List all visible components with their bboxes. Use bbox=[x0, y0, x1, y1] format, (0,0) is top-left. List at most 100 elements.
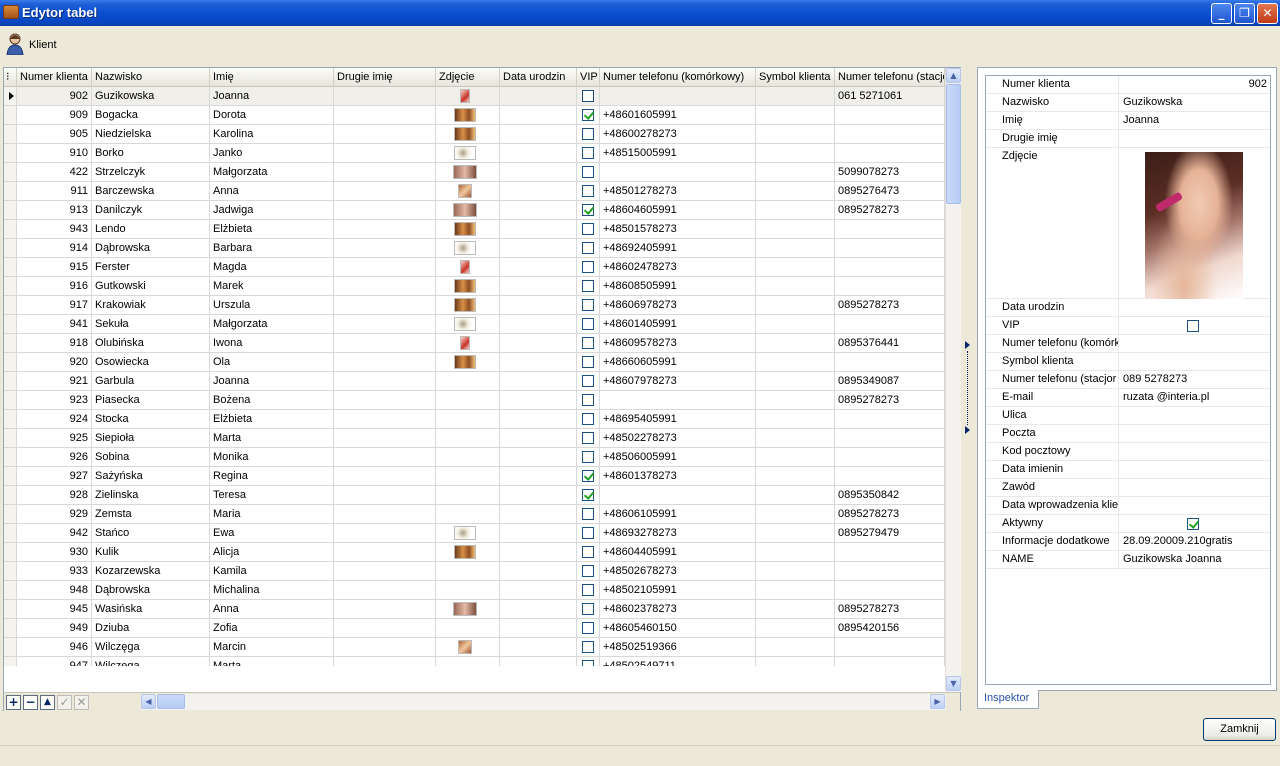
cell-landline-phone[interactable] bbox=[835, 581, 945, 599]
vip-checkbox[interactable] bbox=[582, 660, 594, 666]
cell-mobile-phone[interactable]: +48502105991 bbox=[600, 581, 756, 599]
cell-client-symbol[interactable] bbox=[756, 353, 835, 371]
vip-checkbox[interactable] bbox=[582, 508, 594, 520]
cell-photo[interactable] bbox=[436, 410, 500, 428]
cell-middle-name[interactable] bbox=[334, 315, 436, 333]
property-value[interactable] bbox=[1120, 130, 1270, 148]
cell-photo[interactable] bbox=[436, 448, 500, 466]
restore-button[interactable]: ❐ bbox=[1234, 3, 1255, 24]
cell-vip[interactable] bbox=[577, 448, 600, 466]
vip-checkbox[interactable] bbox=[582, 299, 594, 311]
cell-vip[interactable] bbox=[577, 239, 600, 257]
property-row[interactable]: Data urodzin bbox=[986, 299, 1270, 317]
cell-first-name[interactable]: Marek bbox=[210, 277, 334, 295]
property-row[interactable]: Drugie imię bbox=[986, 130, 1270, 148]
close-button[interactable]: Zamknij bbox=[1203, 718, 1276, 741]
add-record-icon[interactable]: + bbox=[6, 695, 21, 710]
column-header[interactable]: Data urodzin bbox=[500, 68, 577, 87]
vip-checkbox[interactable] bbox=[582, 489, 594, 501]
cell-client-number[interactable]: 947 bbox=[17, 657, 92, 666]
cell-landline-phone[interactable]: 0895350842 bbox=[835, 486, 945, 504]
property-row[interactable]: Numer telefonu (komórk bbox=[986, 335, 1270, 353]
cell-landline-phone[interactable] bbox=[835, 125, 945, 143]
cell-client-number[interactable]: 946 bbox=[17, 638, 92, 656]
cell-client-number[interactable]: 949 bbox=[17, 619, 92, 637]
cell-birth-date[interactable] bbox=[500, 410, 577, 428]
cell-vip[interactable] bbox=[577, 562, 600, 580]
cell-client-symbol[interactable] bbox=[756, 144, 835, 162]
table-row[interactable]: 910 Borko Janko +48515005991 bbox=[4, 144, 945, 163]
cell-landline-phone[interactable] bbox=[835, 258, 945, 276]
column-header[interactable]: Symbol klienta bbox=[756, 68, 835, 87]
cell-birth-date[interactable] bbox=[500, 144, 577, 162]
scroll-left-icon[interactable]: ◀ bbox=[141, 694, 156, 709]
cell-middle-name[interactable] bbox=[334, 220, 436, 238]
cell-middle-name[interactable] bbox=[334, 239, 436, 257]
table-row[interactable]: 914 Dąbrowska Barbara +48692405991 bbox=[4, 239, 945, 258]
cell-landline-phone[interactable]: 0895278273 bbox=[835, 600, 945, 618]
cell-birth-date[interactable] bbox=[500, 657, 577, 666]
vip-checkbox[interactable] bbox=[582, 584, 594, 596]
cell-client-number[interactable]: 925 bbox=[17, 429, 92, 447]
cell-mobile-phone[interactable]: +48601405991 bbox=[600, 315, 756, 333]
cell-first-name[interactable]: Marta bbox=[210, 657, 334, 666]
cell-photo[interactable] bbox=[436, 87, 500, 105]
cell-middle-name[interactable] bbox=[334, 581, 436, 599]
table-row[interactable]: 930 Kulik Alicja +48604405991 bbox=[4, 543, 945, 562]
cell-first-name[interactable]: Joanna bbox=[210, 87, 334, 105]
cell-first-name[interactable]: Dorota bbox=[210, 106, 334, 124]
cell-vip[interactable] bbox=[577, 524, 600, 542]
scroll-down-icon[interactable]: ▼ bbox=[946, 676, 961, 691]
cell-vip[interactable] bbox=[577, 144, 600, 162]
property-row[interactable]: Aktywny bbox=[986, 515, 1270, 533]
cell-client-symbol[interactable] bbox=[756, 429, 835, 447]
cell-mobile-phone[interactable]: +48602378273 bbox=[600, 600, 756, 618]
vip-checkbox[interactable] bbox=[582, 185, 594, 197]
cell-photo[interactable] bbox=[436, 296, 500, 314]
cell-photo[interactable] bbox=[436, 372, 500, 390]
cell-landline-phone[interactable]: 0895276473 bbox=[835, 182, 945, 200]
cell-last-name[interactable]: Borko bbox=[92, 144, 210, 162]
cell-mobile-phone[interactable]: +48604405991 bbox=[600, 543, 756, 561]
cell-client-symbol[interactable] bbox=[756, 239, 835, 257]
property-value[interactable] bbox=[1120, 497, 1270, 515]
cell-landline-phone[interactable] bbox=[835, 106, 945, 124]
cell-middle-name[interactable] bbox=[334, 619, 436, 637]
cell-birth-date[interactable] bbox=[500, 125, 577, 143]
vip-checkbox[interactable] bbox=[582, 109, 594, 121]
cell-vip[interactable] bbox=[577, 505, 600, 523]
cell-last-name[interactable]: Stocka bbox=[92, 410, 210, 428]
property-row[interactable]: Ulica bbox=[986, 407, 1270, 425]
table-row[interactable]: 941 Sekuła Małgorzata +48601405991 bbox=[4, 315, 945, 334]
cell-birth-date[interactable] bbox=[500, 277, 577, 295]
property-value[interactable] bbox=[1120, 443, 1270, 461]
cell-last-name[interactable]: Guzikowska bbox=[92, 87, 210, 105]
cell-landline-phone[interactable] bbox=[835, 429, 945, 447]
cell-landline-phone[interactable]: 0895278273 bbox=[835, 296, 945, 314]
cell-birth-date[interactable] bbox=[500, 201, 577, 219]
cell-first-name[interactable]: Marta bbox=[210, 429, 334, 447]
cell-client-number[interactable]: 941 bbox=[17, 315, 92, 333]
cell-birth-date[interactable] bbox=[500, 524, 577, 542]
cell-first-name[interactable]: Małgorzata bbox=[210, 163, 334, 181]
cell-vip[interactable] bbox=[577, 334, 600, 352]
cell-middle-name[interactable] bbox=[334, 201, 436, 219]
property-row[interactable]: Nazwisko Guzikowska bbox=[986, 94, 1270, 112]
cell-vip[interactable] bbox=[577, 125, 600, 143]
cell-last-name[interactable]: Siepioła bbox=[92, 429, 210, 447]
cell-birth-date[interactable] bbox=[500, 353, 577, 371]
cell-last-name[interactable]: Krakowiak bbox=[92, 296, 210, 314]
cell-last-name[interactable]: Strzelczyk bbox=[92, 163, 210, 181]
cell-mobile-phone[interactable] bbox=[600, 163, 756, 181]
cell-client-symbol[interactable] bbox=[756, 125, 835, 143]
cell-landline-phone[interactable] bbox=[835, 353, 945, 371]
cell-photo[interactable] bbox=[436, 486, 500, 504]
cell-client-symbol[interactable] bbox=[756, 448, 835, 466]
property-row[interactable]: Zdjęcie bbox=[986, 148, 1270, 299]
property-row[interactable]: Symbol klienta bbox=[986, 353, 1270, 371]
cell-last-name[interactable]: Kulik bbox=[92, 543, 210, 561]
cell-vip[interactable] bbox=[577, 201, 600, 219]
table-row[interactable]: 905 Niedzielska Karolina +48600278273 bbox=[4, 125, 945, 144]
property-row[interactable]: Kod pocztowy bbox=[986, 443, 1270, 461]
cell-client-number[interactable]: 910 bbox=[17, 144, 92, 162]
